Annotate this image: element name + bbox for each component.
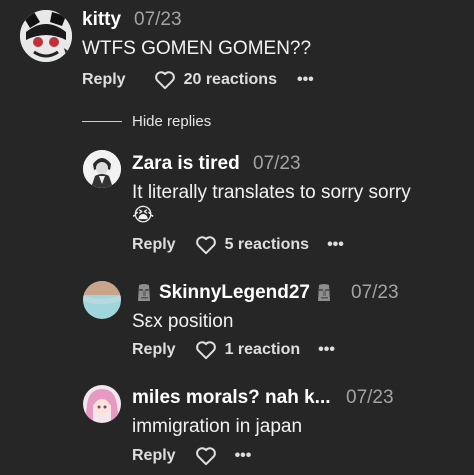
reply-button[interactable]: Reply: [132, 236, 176, 254]
reply-username[interactable]: Zara is tired: [132, 153, 240, 175]
heart-outline-icon[interactable]: [195, 446, 217, 466]
moai-emoji-icon: [318, 284, 330, 301]
more-options-button[interactable]: •••: [327, 236, 344, 254]
reply-text: It literally translates to sorry sorry: [132, 182, 411, 203]
avatar[interactable]: [20, 10, 72, 62]
reactions-count[interactable]: 20 reactions: [184, 71, 277, 89]
more-options-button[interactable]: •••: [318, 341, 335, 359]
reply-timestamp: 07/23: [351, 282, 399, 303]
comment-username[interactable]: kitty: [82, 9, 121, 31]
reply-username[interactable]: miles morals? nah k...: [132, 387, 331, 409]
moai-emoji-icon: [138, 284, 150, 301]
heart-outline-icon[interactable]: [195, 340, 217, 360]
reply-username[interactable]: SkinnyLegend27: [159, 282, 310, 304]
reply-button[interactable]: Reply: [132, 447, 176, 465]
more-options-button[interactable]: •••: [235, 447, 252, 465]
reply-text: immigration in japan: [132, 416, 303, 437]
comment-kitty: kitty 07/23 WTFS GOMEN GOMEN?? Reply 20 …: [0, 0, 474, 100]
heart-outline-icon[interactable]: [195, 235, 217, 255]
reactions-count[interactable]: 1 reaction: [225, 341, 301, 359]
reply-actions: Reply •••: [132, 444, 251, 468]
more-options-button[interactable]: •••: [297, 71, 314, 89]
hide-replies-button[interactable]: Hide replies: [82, 113, 211, 130]
reply-button[interactable]: Reply: [82, 71, 126, 89]
reply-button[interactable]: Reply: [132, 341, 176, 359]
reply-actions: Reply 5 reactions •••: [132, 233, 344, 257]
crying-emoji: 😭: [132, 204, 155, 226]
comment-timestamp: 07/23: [134, 9, 182, 30]
reply-timestamp: 07/23: [253, 153, 301, 174]
reply-text: Sεx position: [132, 311, 234, 332]
comment-text: WTFS GOMEN GOMEN??: [82, 38, 312, 59]
comment-actions: Reply 20 reactions •••: [82, 68, 314, 92]
avatar[interactable]: [83, 385, 121, 423]
hide-replies-label: Hide replies: [132, 113, 212, 130]
divider-line: [82, 120, 122, 123]
reply-timestamp: 07/23: [346, 387, 394, 408]
heart-outline-icon[interactable]: [154, 70, 176, 90]
reactions-count[interactable]: 5 reactions: [225, 236, 309, 254]
reply-actions: Reply 1 reaction •••: [132, 338, 335, 362]
avatar[interactable]: [83, 150, 121, 188]
comments-panel: kitty 07/23 WTFS GOMEN GOMEN?? Reply 20 …: [0, 0, 474, 475]
avatar[interactable]: [83, 281, 121, 319]
